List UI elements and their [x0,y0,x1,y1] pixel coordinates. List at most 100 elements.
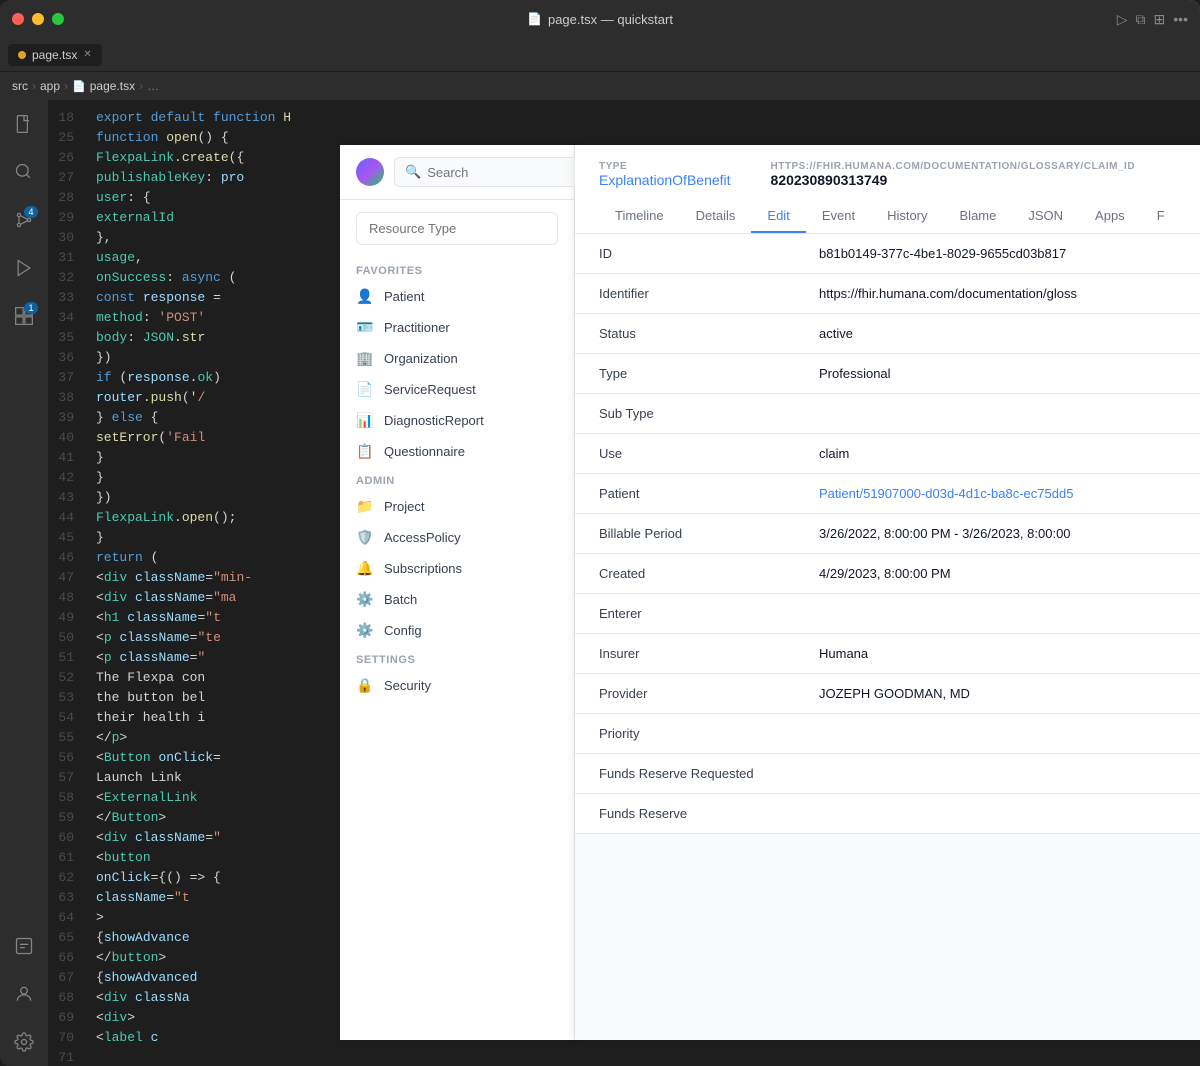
settings-section-label: SETTINGS [340,646,574,670]
field-row-type: Type Professional [575,354,1200,394]
tab-label: page.tsx [32,48,77,62]
favorites-section-label: FAVORITES [340,257,574,281]
tab-details[interactable]: Details [680,200,752,233]
nav-item-patient[interactable]: 👤 Patient [340,281,574,312]
tab-edit[interactable]: Edit [751,200,805,233]
file-icon: 📄 [527,12,542,26]
tab-history[interactable]: History [871,200,943,233]
layout-button[interactable]: ⊞ [1154,11,1166,28]
field-value-identifier[interactable]: https://fhir.humana.com/documentation/gl… [819,286,1176,301]
account-icon[interactable] [8,978,40,1010]
window-title: 📄 page.tsx — quickstart [527,12,673,27]
field-row-enterer: Enterer [575,594,1200,634]
extensions-badge: 1 [24,302,38,314]
field-label-patient: Patient [599,486,819,501]
field-row-created: Created 4/29/2023, 8:00:00 PM [575,554,1200,594]
field-label-priority: Priority [599,726,819,741]
nav-item-batch[interactable]: ⚙️ Batch [340,584,574,615]
field-value-patient[interactable]: Patient/51907000-d03d-4d1c-ba8c-ec75dd5 [819,486,1176,501]
more-actions-button[interactable]: ••• [1173,11,1188,28]
field-label-funds-reserve-requested: Funds Reserve Requested [599,766,819,781]
traffic-lights [12,13,64,25]
field-label-billable-period: Billable Period [599,526,819,541]
accesspolicy-icon: 🛡️ [356,529,374,546]
admin-section-label: ADMIN [340,467,574,491]
breadcrumb-filename[interactable]: page.tsx [90,79,135,93]
nav-item-project-label: Project [384,499,424,514]
field-label-identifier: Identifier [599,286,819,301]
breadcrumb-sep3: › [139,79,143,93]
tab-page-tsx[interactable]: page.tsx ✕ [8,44,102,66]
nav-item-diagnosticreport-label: DiagnosticReport [384,413,484,428]
field-value-billable-period: 3/26/2022, 8:00:00 PM - 3/26/2023, 8:00:… [819,526,1176,541]
nav-item-servicerequest-label: ServiceRequest [384,382,476,397]
nav-item-practitioner[interactable]: 🪪 Practitioner [340,312,574,343]
tab-timeline[interactable]: Timeline [599,200,680,233]
split-editor-button[interactable]: ⧉ [1136,11,1146,28]
tab-close-button[interactable]: ✕ [83,49,91,60]
breadcrumb-app[interactable]: app [40,79,60,93]
field-label-provider: Provider [599,686,819,701]
nav-item-config-label: Config [384,623,422,638]
settings-activity-icon[interactable] [8,1026,40,1058]
field-row-funds-reserve: Funds Reserve [575,794,1200,834]
field-row-use: Use claim [575,434,1200,474]
nav-item-questionnaire[interactable]: 📋 Questionnaire [340,436,574,467]
resource-id-label: HTTPS://FHIR.HUMANA.COM/DOCUMENTATION/GL… [771,161,1136,172]
config-icon: ⚙️ [356,622,374,639]
field-value-provider: JOZEPH GOODMAN, MD [819,686,1176,701]
subscriptions-icon: 🔔 [356,560,374,577]
resource-type-row: TYPE ExplanationOfBenefit HTTPS://FHIR.H… [599,161,1176,188]
nav-item-security-label: Security [384,678,431,693]
nav-item-project[interactable]: 📁 Project [340,491,574,522]
field-row-funds-reserve-requested: Funds Reserve Requested [575,754,1200,794]
files-activity-icon[interactable] [8,108,40,140]
field-row-id: ID b81b0149-377c-4be1-8029-9655cd03b817 [575,234,1200,274]
resource-type-value[interactable]: ExplanationOfBenefit [599,172,731,188]
nav-item-diagnosticreport[interactable]: 📊 DiagnosticReport [340,405,574,436]
nav-item-batch-label: Batch [384,592,417,607]
nav-item-practitioner-label: Practitioner [384,320,450,335]
maximize-window-button[interactable] [52,13,64,25]
run-debug-activity-icon[interactable] [8,252,40,284]
tab-bar: page.tsx ✕ [0,38,1200,72]
tab-modified-indicator [18,51,26,59]
field-label-enterer: Enterer [599,606,819,621]
nav-item-organization[interactable]: 🏢 Organization [340,343,574,374]
search-icon: 🔍 [405,164,421,180]
minimize-window-button[interactable] [32,13,44,25]
nav-item-accesspolicy-label: AccessPolicy [384,530,461,545]
field-label-subtype: Sub Type [599,406,819,421]
tab-f[interactable]: F [1141,200,1181,233]
tab-apps[interactable]: Apps [1079,200,1141,233]
breadcrumb-ellipsis[interactable]: … [147,79,159,93]
resource-panel: TYPE ExplanationOfBenefit HTTPS://FHIR.H… [575,145,1200,1040]
tab-json[interactable]: JSON [1012,200,1079,233]
tab-blame[interactable]: Blame [944,200,1013,233]
field-row-subtype: Sub Type [575,394,1200,434]
field-label-status: Status [599,326,819,341]
medplum-sidebar: 🔍 FAVORITES 👤 Patient 🪪 Practitioner 🏢 O… [340,145,575,1040]
tab-event[interactable]: Event [806,200,871,233]
breadcrumb-sep2: › [64,79,68,93]
remote-explorer-icon[interactable] [8,930,40,962]
nav-item-subscriptions[interactable]: 🔔 Subscriptions [340,553,574,584]
field-label-created: Created [599,566,819,581]
run-button[interactable]: ▷ [1117,11,1128,28]
breadcrumb-src[interactable]: src [12,79,28,93]
field-label-type: Type [599,366,819,381]
source-control-badge: 4 [24,206,38,218]
field-label-use: Use [599,446,819,461]
nav-item-config[interactable]: ⚙️ Config [340,615,574,646]
extensions-activity-icon[interactable]: 1 [8,300,40,332]
security-icon: 🔒 [356,677,374,694]
nav-item-servicerequest[interactable]: 📄 ServiceRequest [340,374,574,405]
search-activity-icon[interactable] [8,156,40,188]
source-control-activity-icon[interactable]: 4 [8,204,40,236]
nav-item-accesspolicy[interactable]: 🛡️ AccessPolicy [340,522,574,553]
medplum-logo[interactable] [356,158,384,186]
breadcrumb-file-icon: 📄 [72,80,86,93]
resource-type-input[interactable] [356,212,558,245]
nav-item-security[interactable]: 🔒 Security [340,670,574,701]
close-window-button[interactable] [12,13,24,25]
